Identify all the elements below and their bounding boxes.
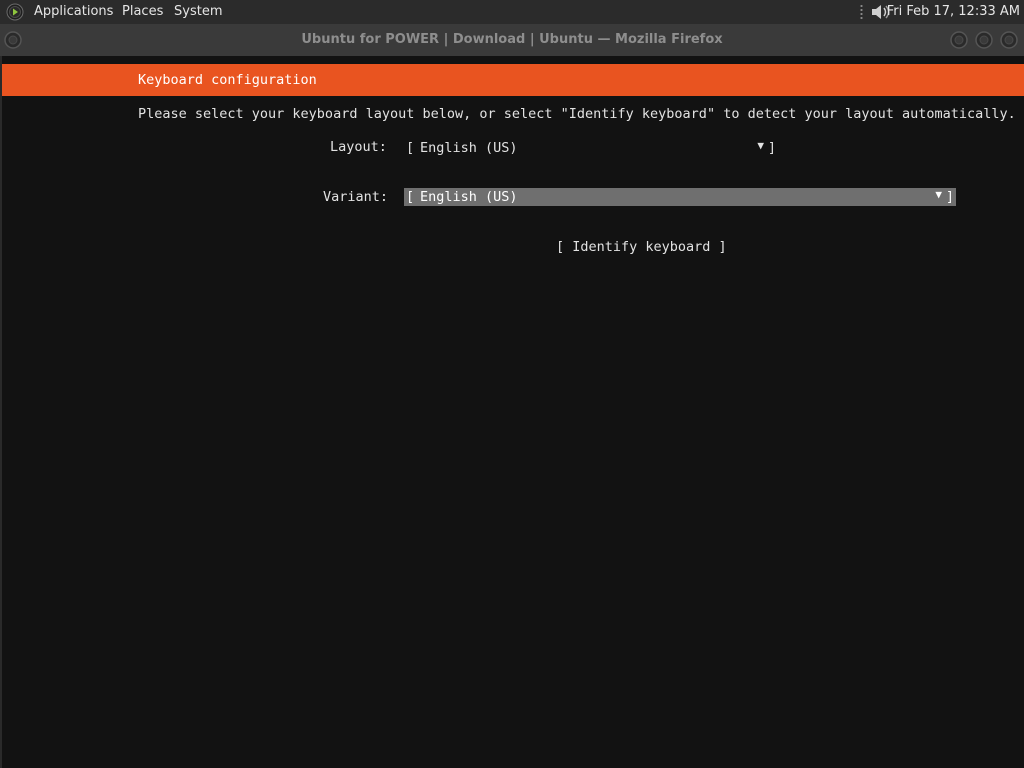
window-titlebar[interactable]: Ubuntu for POWER | Download | Ubuntu — M… xyxy=(0,24,1024,56)
close-icon[interactable] xyxy=(1000,31,1018,49)
places-menu[interactable]: Places xyxy=(122,4,163,19)
layout-dropdown-arrow-icon[interactable]: ▼ xyxy=(757,139,764,152)
system-menu[interactable]: System xyxy=(174,4,222,19)
installer-header: Keyboard configuration xyxy=(2,64,1024,96)
layout-select[interactable]: [ English (US) ▼ ] xyxy=(404,139,778,157)
applications-menu[interactable]: Applications xyxy=(34,4,113,19)
layout-select-close-bracket: ] xyxy=(767,140,776,156)
tray-separator xyxy=(860,4,863,20)
top-panel: Applications Places System Fri Feb 17, 1… xyxy=(0,0,1024,24)
window-title: Ubuntu for POWER | Download | Ubuntu — M… xyxy=(301,32,723,47)
layout-label: Layout: xyxy=(330,139,387,155)
layout-select-open-bracket: [ xyxy=(406,140,415,156)
maximize-icon[interactable] xyxy=(975,31,993,49)
instructions-text: Please select your keyboard layout below… xyxy=(138,106,1016,122)
installer-screen: Keyboard configuration Please select you… xyxy=(0,56,1024,768)
identify-keyboard-button[interactable]: [ Identify keyboard ] xyxy=(556,239,727,255)
clock[interactable]: Fri Feb 17, 12:33 AM xyxy=(887,4,1020,19)
page-title: Keyboard configuration xyxy=(138,72,317,88)
variant-label: Variant: xyxy=(323,189,389,205)
variant-select-close-bracket: ] xyxy=(945,189,954,205)
applications-menu-icon[interactable] xyxy=(6,3,24,21)
variant-select[interactable]: [ English (US) ▼ ] xyxy=(404,188,956,206)
variant-dropdown-arrow-icon[interactable]: ▼ xyxy=(935,188,942,201)
variant-select-value: English (US) xyxy=(420,189,518,205)
minimize-icon[interactable] xyxy=(950,31,968,49)
layout-select-value: English (US) xyxy=(420,140,518,156)
variant-select-open-bracket: [ xyxy=(406,189,415,205)
